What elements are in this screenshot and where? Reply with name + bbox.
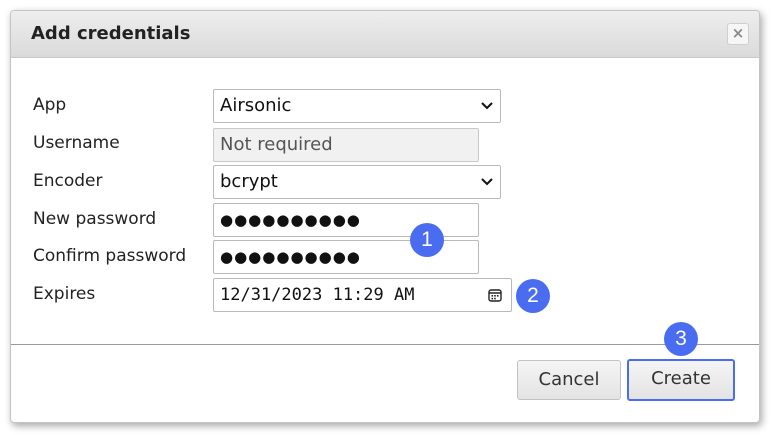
username-input[interactable]: Not required: [213, 128, 479, 162]
annotation-badge-2: 2: [516, 279, 550, 313]
chevron-down-icon: [481, 178, 493, 186]
app-select-value: Airsonic: [220, 95, 292, 116]
annotation-badge-1: 1: [410, 223, 444, 257]
calendar-icon[interactable]: [488, 288, 502, 302]
confirm-password-value: ●●●●●●●●●●: [220, 248, 361, 266]
expires-value: 12/31/2023 11:29 AM: [220, 285, 415, 305]
add-credentials-dialog: Add credentials × App Airsonic Username …: [10, 10, 760, 423]
chevron-down-icon: [481, 102, 493, 110]
close-button[interactable]: ×: [727, 23, 749, 45]
cancel-button[interactable]: Cancel: [517, 360, 621, 400]
expires-datetime-input[interactable]: 12/31/2023 11:29 AM: [213, 278, 512, 312]
confirm-password-label: Confirm password: [33, 246, 187, 266]
encoder-select-value: bcrypt: [220, 171, 278, 192]
annotation-badge-3: 3: [664, 322, 698, 356]
new-password-label: New password: [33, 209, 157, 229]
username-placeholder: Not required: [220, 134, 333, 155]
footer-divider: [11, 344, 759, 345]
dialog-title: Add credentials: [31, 23, 191, 44]
encoder-select[interactable]: bcrypt: [213, 165, 501, 199]
close-icon: ×: [731, 24, 745, 42]
expires-label: Expires: [33, 284, 96, 304]
app-label: App: [33, 95, 67, 115]
create-button[interactable]: Create: [627, 359, 735, 401]
dialog-titlebar: Add credentials ×: [11, 11, 759, 58]
encoder-label: Encoder: [33, 171, 103, 191]
app-select[interactable]: Airsonic: [213, 89, 501, 123]
username-label: Username: [33, 133, 120, 153]
new-password-value: ●●●●●●●●●●: [220, 211, 361, 229]
